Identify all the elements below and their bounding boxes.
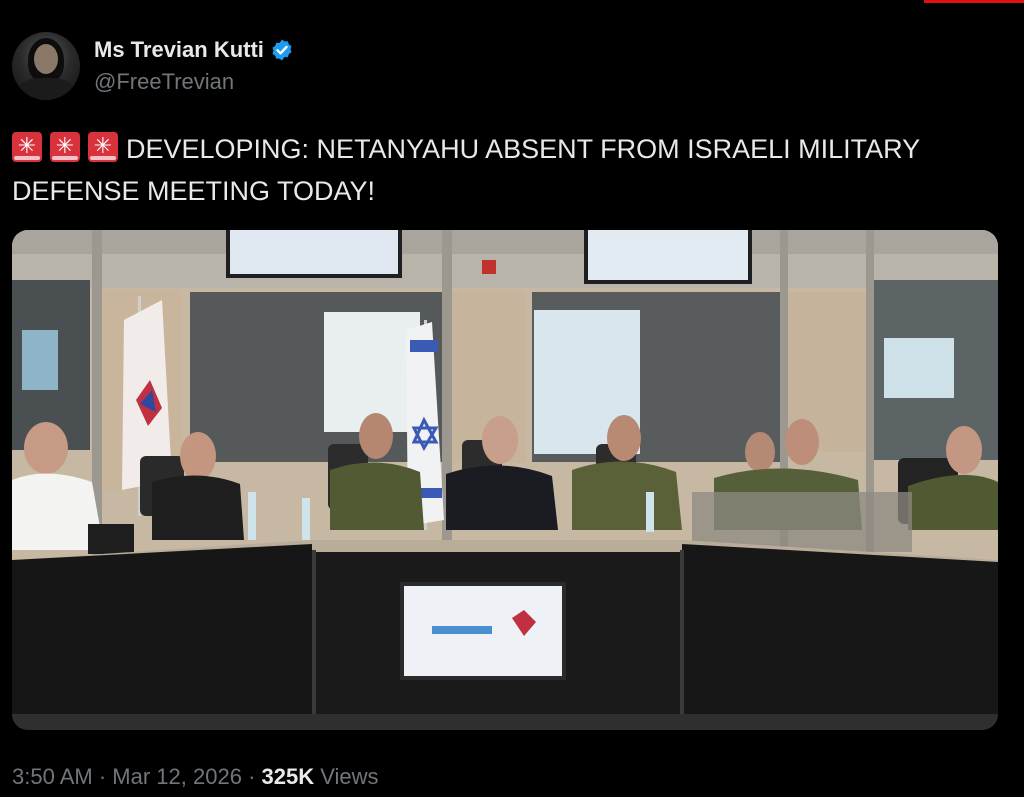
- meeting-room-photo: [12, 230, 998, 730]
- meta-separator: ·: [98, 764, 107, 789]
- author-block: Ms Trevian Kutti @FreeTrevian: [94, 37, 294, 95]
- views-count[interactable]: 325K: [262, 764, 315, 789]
- tweet-body: DEVELOPING: NETANYAHU ABSENT FROM ISRAEL…: [12, 134, 920, 206]
- tweet-time[interactable]: 3:50 AM: [12, 764, 93, 789]
- tweet-header: Ms Trevian Kutti @FreeTrevian: [12, 30, 294, 102]
- tweet-media-photo[interactable]: [12, 230, 998, 730]
- rotating-light-icon: [50, 132, 80, 162]
- meta-separator: ·: [248, 764, 256, 789]
- top-accent-bar: [924, 0, 1024, 3]
- rotating-light-icon: [88, 132, 118, 162]
- display-name[interactable]: Ms Trevian Kutti: [94, 37, 264, 63]
- tweet-date[interactable]: Mar 12, 2026: [112, 764, 242, 789]
- tweet-meta: 3:50 AM · Mar 12, 2026 · 325K Views: [12, 764, 379, 790]
- avatar[interactable]: [12, 32, 80, 100]
- handle[interactable]: @FreeTrevian: [94, 69, 294, 95]
- name-line: Ms Trevian Kutti: [94, 37, 294, 63]
- verified-badge-icon[interactable]: [270, 38, 294, 62]
- rotating-light-icon: [12, 132, 42, 162]
- tweet-text: DEVELOPING: NETANYAHU ABSENT FROM ISRAEL…: [12, 128, 1002, 212]
- views-label: Views: [320, 764, 379, 789]
